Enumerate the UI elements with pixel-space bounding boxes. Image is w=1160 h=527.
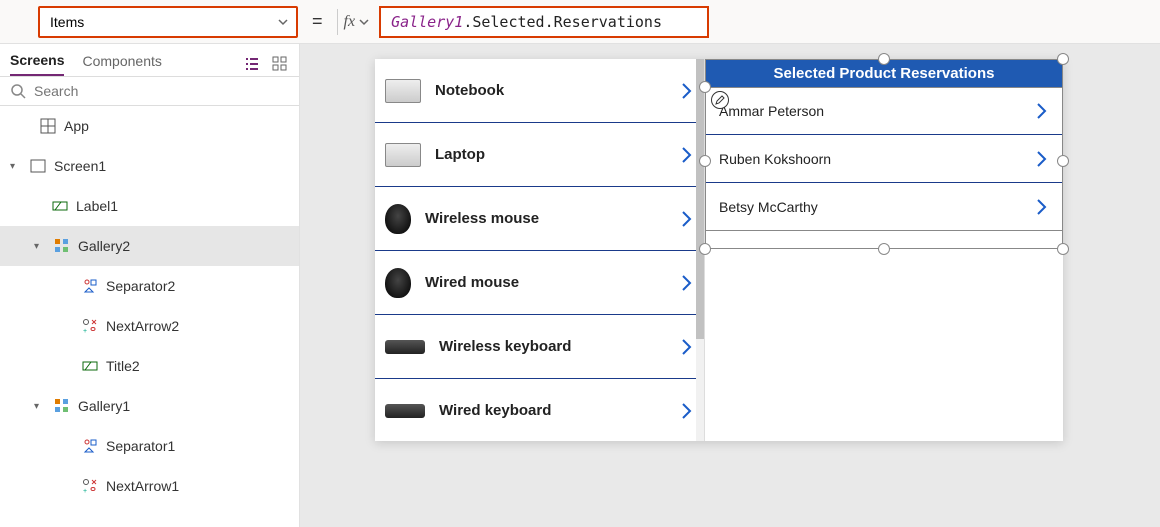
gallery2-item[interactable]: Ruben Kokshoorn [705, 135, 1063, 183]
label-icon [50, 197, 70, 215]
laptop-thumb [385, 143, 421, 167]
gallery2-item-label: Betsy McCarthy [719, 199, 818, 215]
screen-icon [28, 157, 48, 175]
resize-handle[interactable] [699, 81, 711, 93]
icon-control-icon: + [80, 317, 100, 335]
chevron-right-icon[interactable] [680, 273, 694, 293]
app-preview: Notebook Laptop Wireless mouse Wired mouse W… [375, 59, 1063, 441]
canvas[interactable]: Notebook Laptop Wireless mouse Wired mouse W… [300, 44, 1160, 527]
gallery2-item[interactable]: Betsy McCarthy [705, 183, 1063, 231]
svg-text:+: + [83, 488, 87, 495]
search-icon [10, 83, 26, 99]
chevron-right-icon[interactable] [680, 209, 694, 229]
formula-input[interactable]: Gallery1.Selected.Reservations [379, 6, 709, 38]
kbd-thumb [385, 340, 425, 354]
caret-down-icon: ▾ [10, 161, 22, 172]
chevron-down-icon [278, 17, 288, 27]
tree-item-label1[interactable]: Label1 [0, 186, 299, 226]
laptop-thumb [385, 79, 421, 103]
label-icon [80, 357, 100, 375]
gallery2-item-label: Ruben Kokshoorn [719, 151, 831, 167]
chevron-right-icon[interactable] [1035, 197, 1049, 217]
scrollbar-thumb[interactable] [696, 59, 704, 339]
gallery1-item-label: Wired mouse [425, 274, 666, 291]
caret-down-icon: ▾ [34, 241, 46, 252]
gallery1-item[interactable]: Notebook [375, 59, 704, 123]
fx-button[interactable]: fx [344, 13, 370, 31]
tree-item-gallery1[interactable]: ▾ Gallery1 [0, 386, 299, 426]
list-view-icon[interactable] [243, 55, 261, 73]
gallery1-item[interactable]: Wireless mouse [375, 187, 704, 251]
gallery1-item-label: Notebook [435, 82, 666, 99]
icon-control-icon: + [80, 477, 100, 495]
resize-handle[interactable] [1057, 155, 1069, 167]
gallery-icon [52, 397, 72, 415]
tree-view: App ▾ Screen1 Label1 ▾ Galle [0, 106, 299, 527]
tree-item-app[interactable]: App [0, 106, 299, 146]
chevron-right-icon[interactable] [1035, 101, 1049, 121]
right-column: Selected Product Reservations Ammar Pete… [705, 59, 1063, 441]
mouse-thumb [385, 268, 411, 298]
property-dropdown[interactable]: Items [38, 6, 298, 38]
tree-item-screen1[interactable]: ▾ Screen1 [0, 146, 299, 186]
resize-handle[interactable] [699, 243, 711, 255]
gallery1-item[interactable]: Laptop [375, 123, 704, 187]
property-name: Items [50, 14, 84, 30]
gallery1-item[interactable]: Wired mouse [375, 251, 704, 315]
divider [337, 9, 338, 35]
chevron-right-icon[interactable] [1035, 149, 1049, 169]
chevron-down-icon [359, 17, 369, 27]
equals-label: = [304, 11, 331, 32]
grid-view-icon[interactable] [271, 55, 289, 73]
tab-components[interactable]: Components [82, 53, 161, 75]
tree-item-separator2[interactable]: Separator2 [0, 266, 299, 306]
caret-down-icon: ▾ [34, 401, 46, 412]
resize-handle[interactable] [878, 243, 890, 255]
svg-text:+: + [83, 328, 87, 335]
tree-item-title2[interactable]: Title2 [0, 346, 299, 386]
search-input[interactable] [34, 83, 289, 99]
chevron-right-icon[interactable] [680, 337, 694, 357]
kbd-thumb [385, 404, 425, 418]
resize-handle[interactable] [1057, 243, 1069, 255]
edit-badge-icon[interactable] [711, 91, 729, 109]
gallery2-item-label: Ammar Peterson [719, 103, 824, 119]
gallery1-item-label: Laptop [435, 146, 666, 163]
tree-item-nextarrow1[interactable]: + NextArrow1 [0, 466, 299, 506]
search-row [0, 76, 299, 106]
gallery1-item-label: Wireless keyboard [439, 338, 666, 355]
tab-screens[interactable]: Screens [10, 52, 64, 76]
gallery1-item[interactable]: Wireless keyboard [375, 315, 704, 379]
app-icon [38, 117, 58, 135]
separator-icon [80, 277, 100, 295]
chevron-right-icon[interactable] [680, 145, 694, 165]
gallery-icon [52, 237, 72, 255]
resize-handle[interactable] [699, 155, 711, 167]
gallery2-item[interactable]: Ammar Peterson [705, 87, 1063, 135]
mouse-thumb [385, 204, 411, 234]
tree-item-gallery2[interactable]: ▾ Gallery2 [0, 226, 299, 266]
separator-icon [80, 437, 100, 455]
tree-item-separator1[interactable]: Separator1 [0, 426, 299, 466]
gallery1[interactable]: Notebook Laptop Wireless mouse Wired mouse W… [375, 59, 705, 441]
chevron-right-icon[interactable] [680, 81, 694, 101]
gallery1-item-label: Wireless mouse [425, 210, 666, 227]
gallery2[interactable]: Ammar Peterson Ruben Kokshoorn Betsy McCar… [705, 87, 1063, 231]
resize-handle[interactable] [878, 53, 890, 65]
formula-bar: Items = fx Gallery1.Selected.Reservation… [0, 0, 1160, 44]
tree-item-nextarrow2[interactable]: + NextArrow2 [0, 306, 299, 346]
tree-view-panel: Screens Components [0, 44, 300, 527]
chevron-right-icon[interactable] [680, 401, 694, 421]
resize-handle[interactable] [1057, 53, 1069, 65]
gallery1-item[interactable]: Wired keyboard [375, 379, 704, 441]
gallery1-item-label: Wired keyboard [439, 402, 666, 419]
